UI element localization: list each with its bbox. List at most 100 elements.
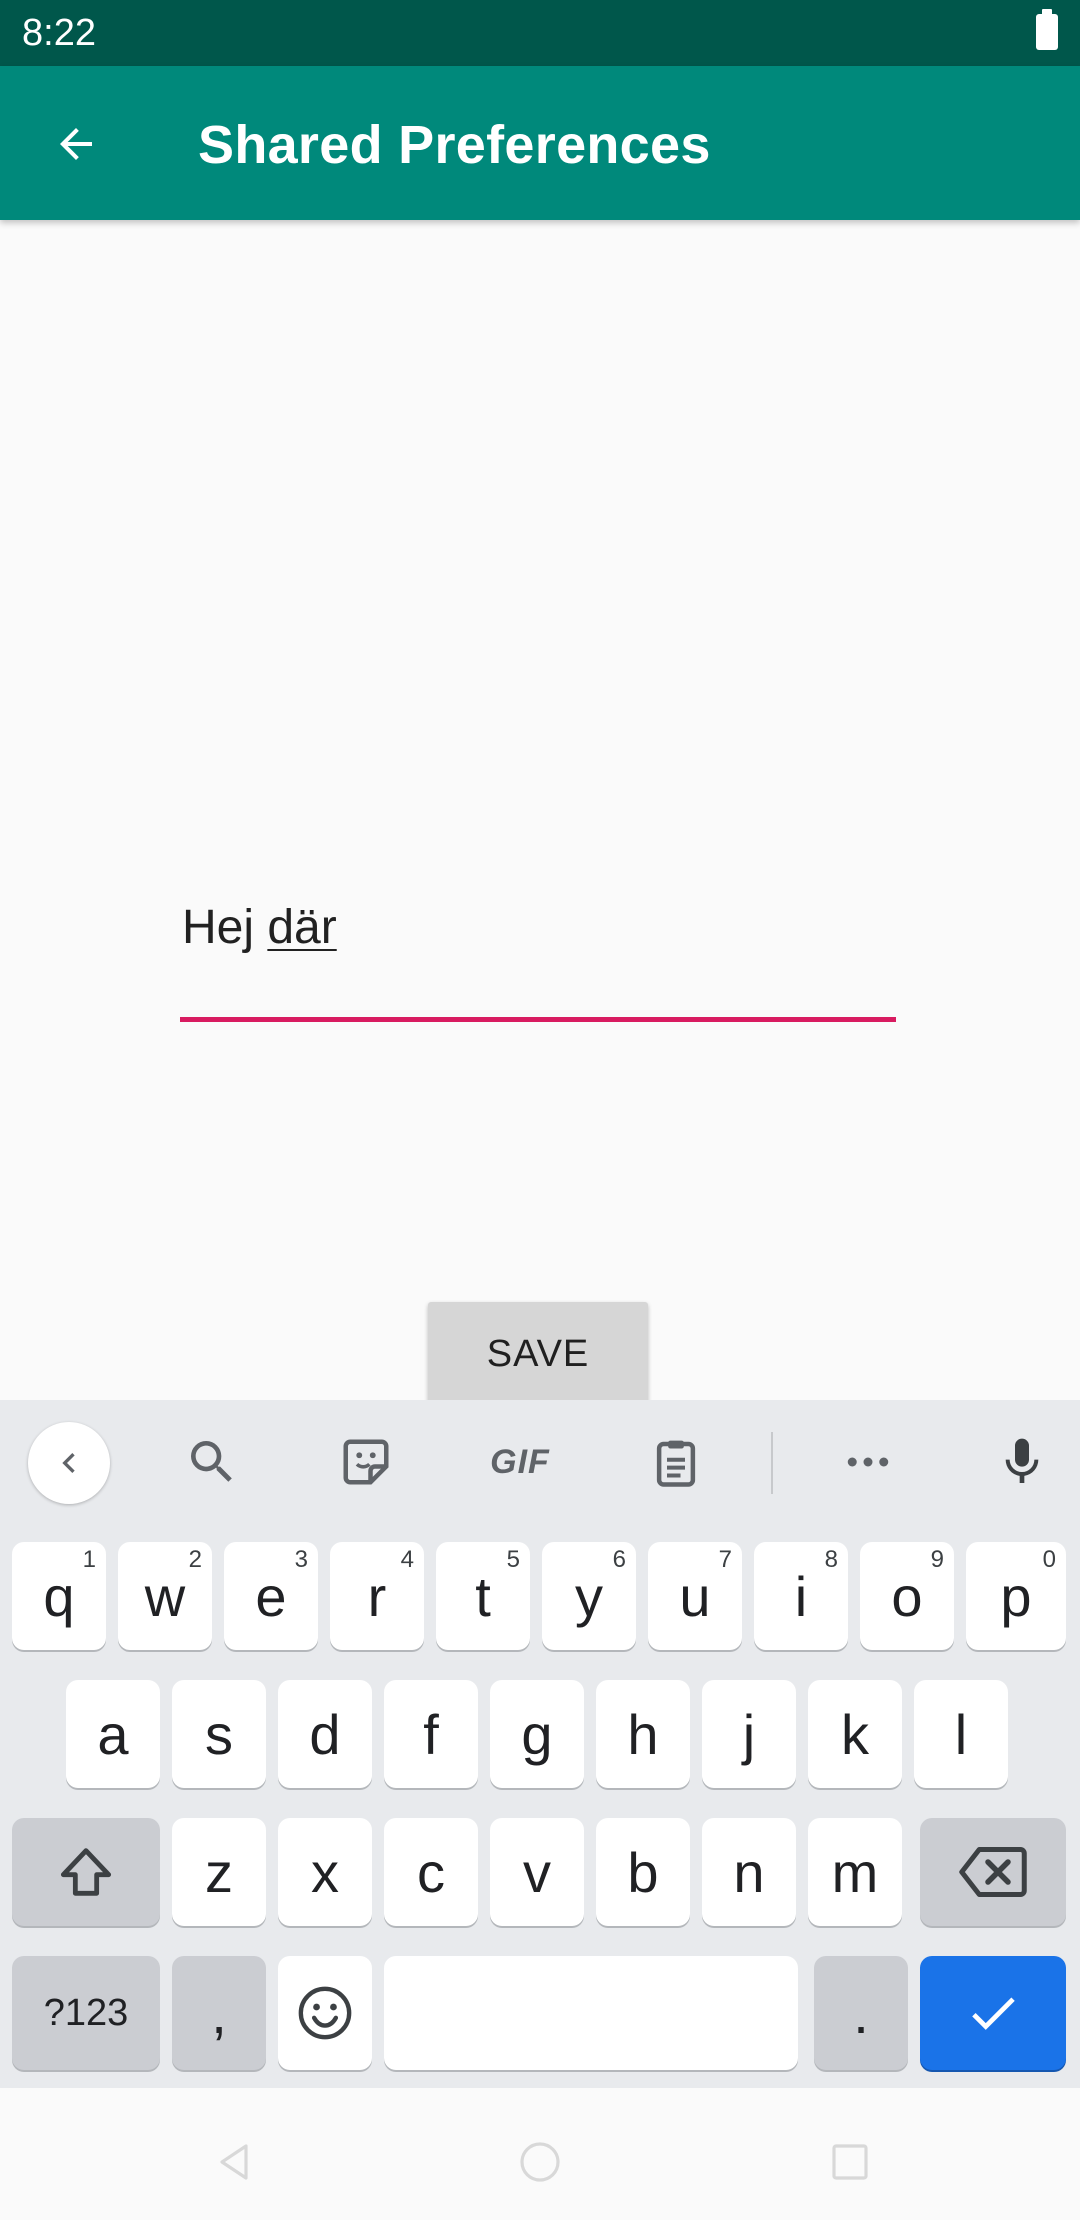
key-r[interactable]: r4	[330, 1542, 424, 1650]
key-s[interactable]: s	[172, 1680, 266, 1788]
key-j[interactable]: j	[702, 1680, 796, 1788]
key-label: p	[1000, 1564, 1032, 1628]
key-v[interactable]: v	[490, 1818, 584, 1926]
keyboard-toolbar: GIF	[0, 1400, 1080, 1522]
key-f[interactable]: f	[384, 1680, 478, 1788]
backspace-icon	[959, 1847, 1027, 1897]
key-q[interactable]: q1	[12, 1542, 106, 1650]
key-i[interactable]: i8	[754, 1542, 848, 1650]
symbols-key[interactable]: ?123	[12, 1956, 160, 2070]
field-text: Hej	[182, 901, 268, 954]
clipboard-icon	[656, 1440, 696, 1487]
field-composing-text: där	[267, 901, 337, 954]
field-value: Hej där	[182, 900, 337, 955]
preference-text-field[interactable]: Hej där	[180, 880, 896, 1024]
status-time: 8:22	[22, 12, 96, 54]
keyboard-more-button[interactable]	[828, 1422, 908, 1502]
keyboard-sticker-button[interactable]	[326, 1422, 406, 1502]
nav-home-button[interactable]	[510, 2132, 570, 2192]
emoji-key[interactable]	[278, 1956, 372, 2070]
key-label: j	[742, 1702, 756, 1766]
enter-key[interactable]	[920, 1956, 1066, 2070]
more-icon	[847, 1457, 889, 1467]
key-e[interactable]: e3	[224, 1542, 318, 1650]
key-label: d	[309, 1702, 341, 1766]
key-n[interactable]: n	[702, 1818, 796, 1926]
key-hint: 9	[930, 1546, 944, 1573]
key-z[interactable]: z	[172, 1818, 266, 1926]
key-hint: 3	[294, 1546, 308, 1573]
key-hint: 2	[188, 1546, 202, 1573]
collapse-button[interactable]	[28, 1422, 110, 1504]
keyboard-gif-button[interactable]: GIF	[480, 1422, 560, 1502]
arrow-back-icon	[60, 128, 92, 160]
key-label: l	[954, 1702, 968, 1766]
key-hint: 4	[400, 1546, 414, 1573]
key-hint: 5	[506, 1546, 520, 1573]
key-m[interactable]: m	[808, 1818, 902, 1926]
backspace-key[interactable]	[920, 1818, 1066, 1926]
nav-back-button[interactable]	[204, 2132, 264, 2192]
toolbar-divider	[771, 1432, 773, 1494]
key-label: t	[475, 1564, 491, 1628]
key-hint: 8	[824, 1546, 838, 1573]
key-hint: 7	[718, 1546, 732, 1573]
key-label: w	[144, 1564, 186, 1628]
key-label: .	[853, 1981, 869, 2045]
key-label: u	[679, 1564, 711, 1628]
key-t[interactable]: t5	[436, 1542, 530, 1650]
key-k[interactable]: k	[808, 1680, 902, 1788]
period-key[interactable]: .	[814, 1956, 908, 2070]
battery-full-icon	[1036, 9, 1058, 50]
key-y[interactable]: y6	[542, 1542, 636, 1650]
key-w[interactable]: w2	[118, 1542, 212, 1650]
nav-recents-button[interactable]	[820, 2132, 880, 2192]
key-label: o	[891, 1564, 923, 1628]
app-bar: Shared Preferences	[0, 66, 1080, 220]
status-bar: 8:22	[0, 0, 1080, 66]
key-x[interactable]: x	[278, 1818, 372, 1926]
field-underline	[180, 1017, 896, 1022]
key-o[interactable]: o9	[860, 1542, 954, 1650]
key-l[interactable]: l	[914, 1680, 1008, 1788]
gif-icon: GIF	[490, 1442, 550, 1481]
key-a[interactable]: a	[66, 1680, 160, 1788]
key-label: b	[627, 1840, 659, 1904]
key-hint: 0	[1042, 1546, 1056, 1573]
key-label: g	[521, 1702, 553, 1766]
key-label: c	[417, 1840, 445, 1904]
save-button[interactable]: SAVE	[428, 1302, 648, 1406]
mic-icon	[1005, 1438, 1039, 1483]
key-h[interactable]: h	[596, 1680, 690, 1788]
key-label: z	[205, 1840, 233, 1904]
keyboard: GIF q1 w2 e3 r4 t5 y6 u7 i8 o9 p0 a s d …	[0, 1400, 1080, 2088]
check-icon	[972, 1997, 1015, 2030]
key-label: n	[733, 1840, 765, 1904]
key-label: f	[423, 1702, 439, 1766]
chevron-left-icon	[62, 1453, 75, 1473]
key-c[interactable]: c	[384, 1818, 478, 1926]
key-u[interactable]: u7	[648, 1542, 742, 1650]
nav-recents-icon	[832, 2144, 868, 2180]
emoji-icon	[298, 1986, 352, 2040]
back-button[interactable]	[36, 104, 116, 184]
key-d[interactable]: d	[278, 1680, 372, 1788]
keyboard-mic-button[interactable]	[982, 1422, 1062, 1502]
keyboard-clipboard-button[interactable]	[636, 1422, 716, 1502]
key-b[interactable]: b	[596, 1818, 690, 1926]
shift-key[interactable]	[12, 1818, 160, 1926]
key-g[interactable]: g	[490, 1680, 584, 1788]
key-label: h	[627, 1702, 659, 1766]
key-p[interactable]: p0	[966, 1542, 1066, 1650]
key-hint: 1	[82, 1546, 96, 1573]
shift-icon	[60, 1848, 112, 1896]
key-label: s	[205, 1702, 233, 1766]
nav-home-icon	[520, 2142, 560, 2182]
comma-key[interactable]: ,	[172, 1956, 266, 2070]
key-label: x	[311, 1840, 339, 1904]
key-label: v	[523, 1840, 551, 1904]
keyboard-search-button[interactable]	[172, 1422, 252, 1502]
key-label: k	[841, 1702, 869, 1766]
space-key[interactable]	[384, 1956, 798, 2070]
key-label: e	[255, 1564, 287, 1628]
